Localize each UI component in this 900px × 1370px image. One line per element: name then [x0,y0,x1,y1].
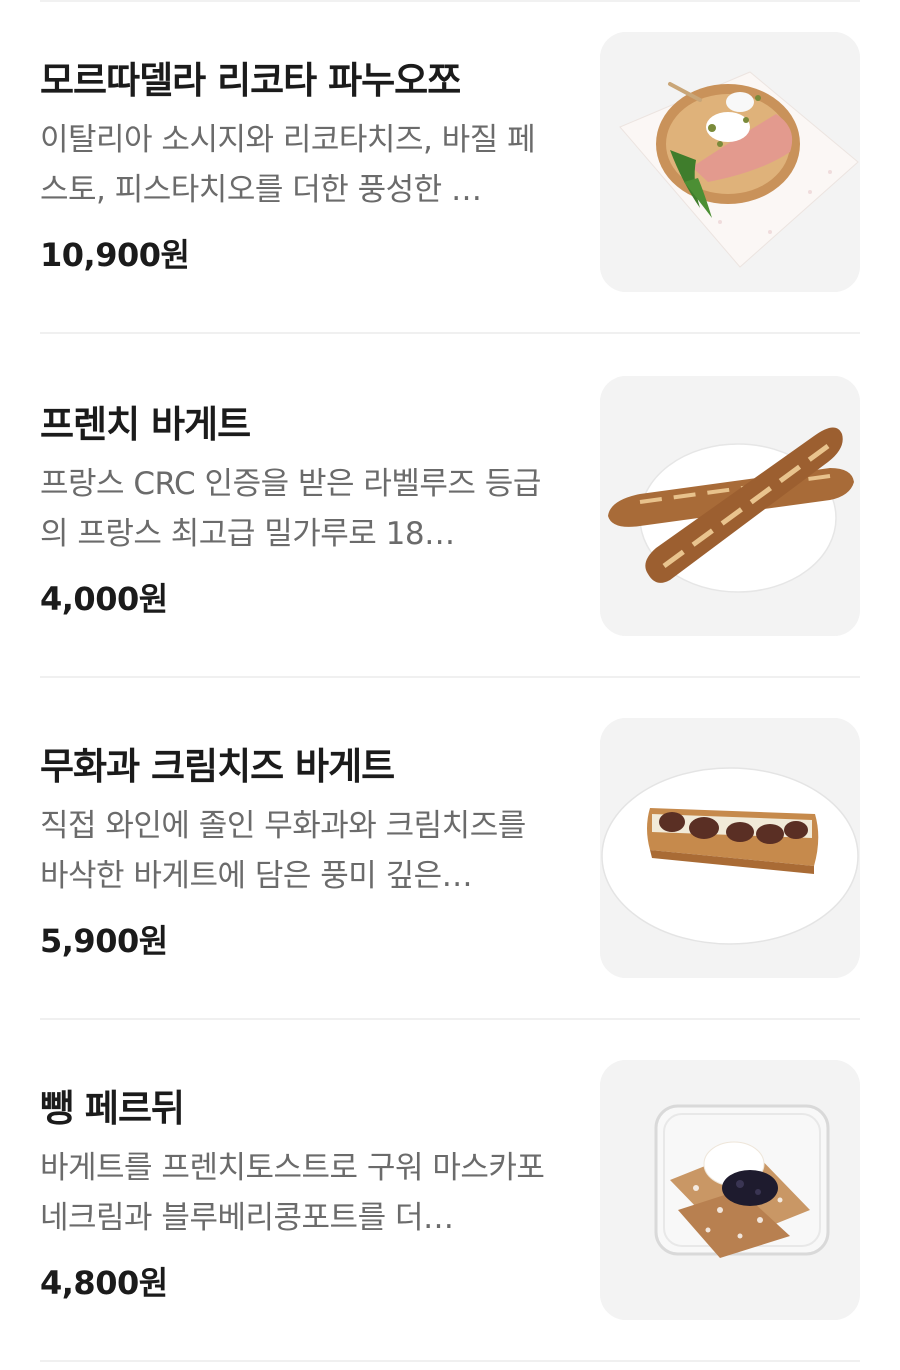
baguette-image [600,376,860,636]
menu-item-description: 프랑스 CRC 인증을 받은 라벨루즈 등급의 프랑스 최고급 밀가루로 18… [40,466,541,552]
menu-item-price: 4,800원 [40,1264,168,1302]
menu-item-description: 바게트를 프렌치토스트로 구워 마스카포네크림과 블루베리콩포트를 더… [40,1150,545,1236]
menu-item-description: 직접 와인에 졸인 무화과와 크림치즈를 바삭한 바게트에 담은 풍미 깊은… [40,808,526,894]
fig-baguette-image [600,718,860,978]
menu-item-image-baguette[interactable] [600,376,860,636]
menu-item-price: 4,000원 [40,580,168,618]
menu-item-title: 뺑 페르뒤 [40,1087,185,1130]
pain-perdu-image [600,1060,860,1320]
menu-item-price: 5,900원 [40,922,168,960]
menu-item-title: 무화과 크림치즈 바게트 [40,745,395,788]
menu-item-title: 프렌치 바게트 [40,403,251,446]
menu-item-image-fig-baguette[interactable] [600,718,860,978]
menu-item-price: 10,900원 [40,236,190,274]
menu-item-title: 모르따델라 리코타 파누오쪼 [40,59,461,102]
divider [40,1018,860,1020]
divider [40,332,860,334]
menu-item-fig-baguette[interactable]: 무화과 크림치즈 바게트 직접 와인에 졸인 무화과와 크림치즈를 바삭한 바게… [40,686,860,1028]
divider [40,676,860,678]
menu-item-panuozzo[interactable]: 모르따델라 리코타 파누오쪼 이탈리아 소시지와 리코타치즈, 바질 페스토, … [40,0,860,342]
menu-item-description: 이탈리아 소시지와 리코타치즈, 바질 페스토, 피스타치오를 더한 풍성한 … [40,122,536,208]
menu-item-baguette[interactable]: 프렌치 바게트 프랑스 CRC 인증을 받은 라벨루즈 등급의 프랑스 최고급 … [40,344,860,686]
panuozzo-image [600,32,860,292]
menu-item-image-pain-perdu[interactable] [600,1060,860,1320]
menu-item-pain-perdu[interactable]: 뺑 페르뒤 바게트를 프렌치토스트로 구워 마스카포네크림과 블루베리콩포트를 … [40,1028,860,1370]
menu-item-image-panuozzo[interactable] [600,32,860,292]
divider [40,1360,860,1362]
